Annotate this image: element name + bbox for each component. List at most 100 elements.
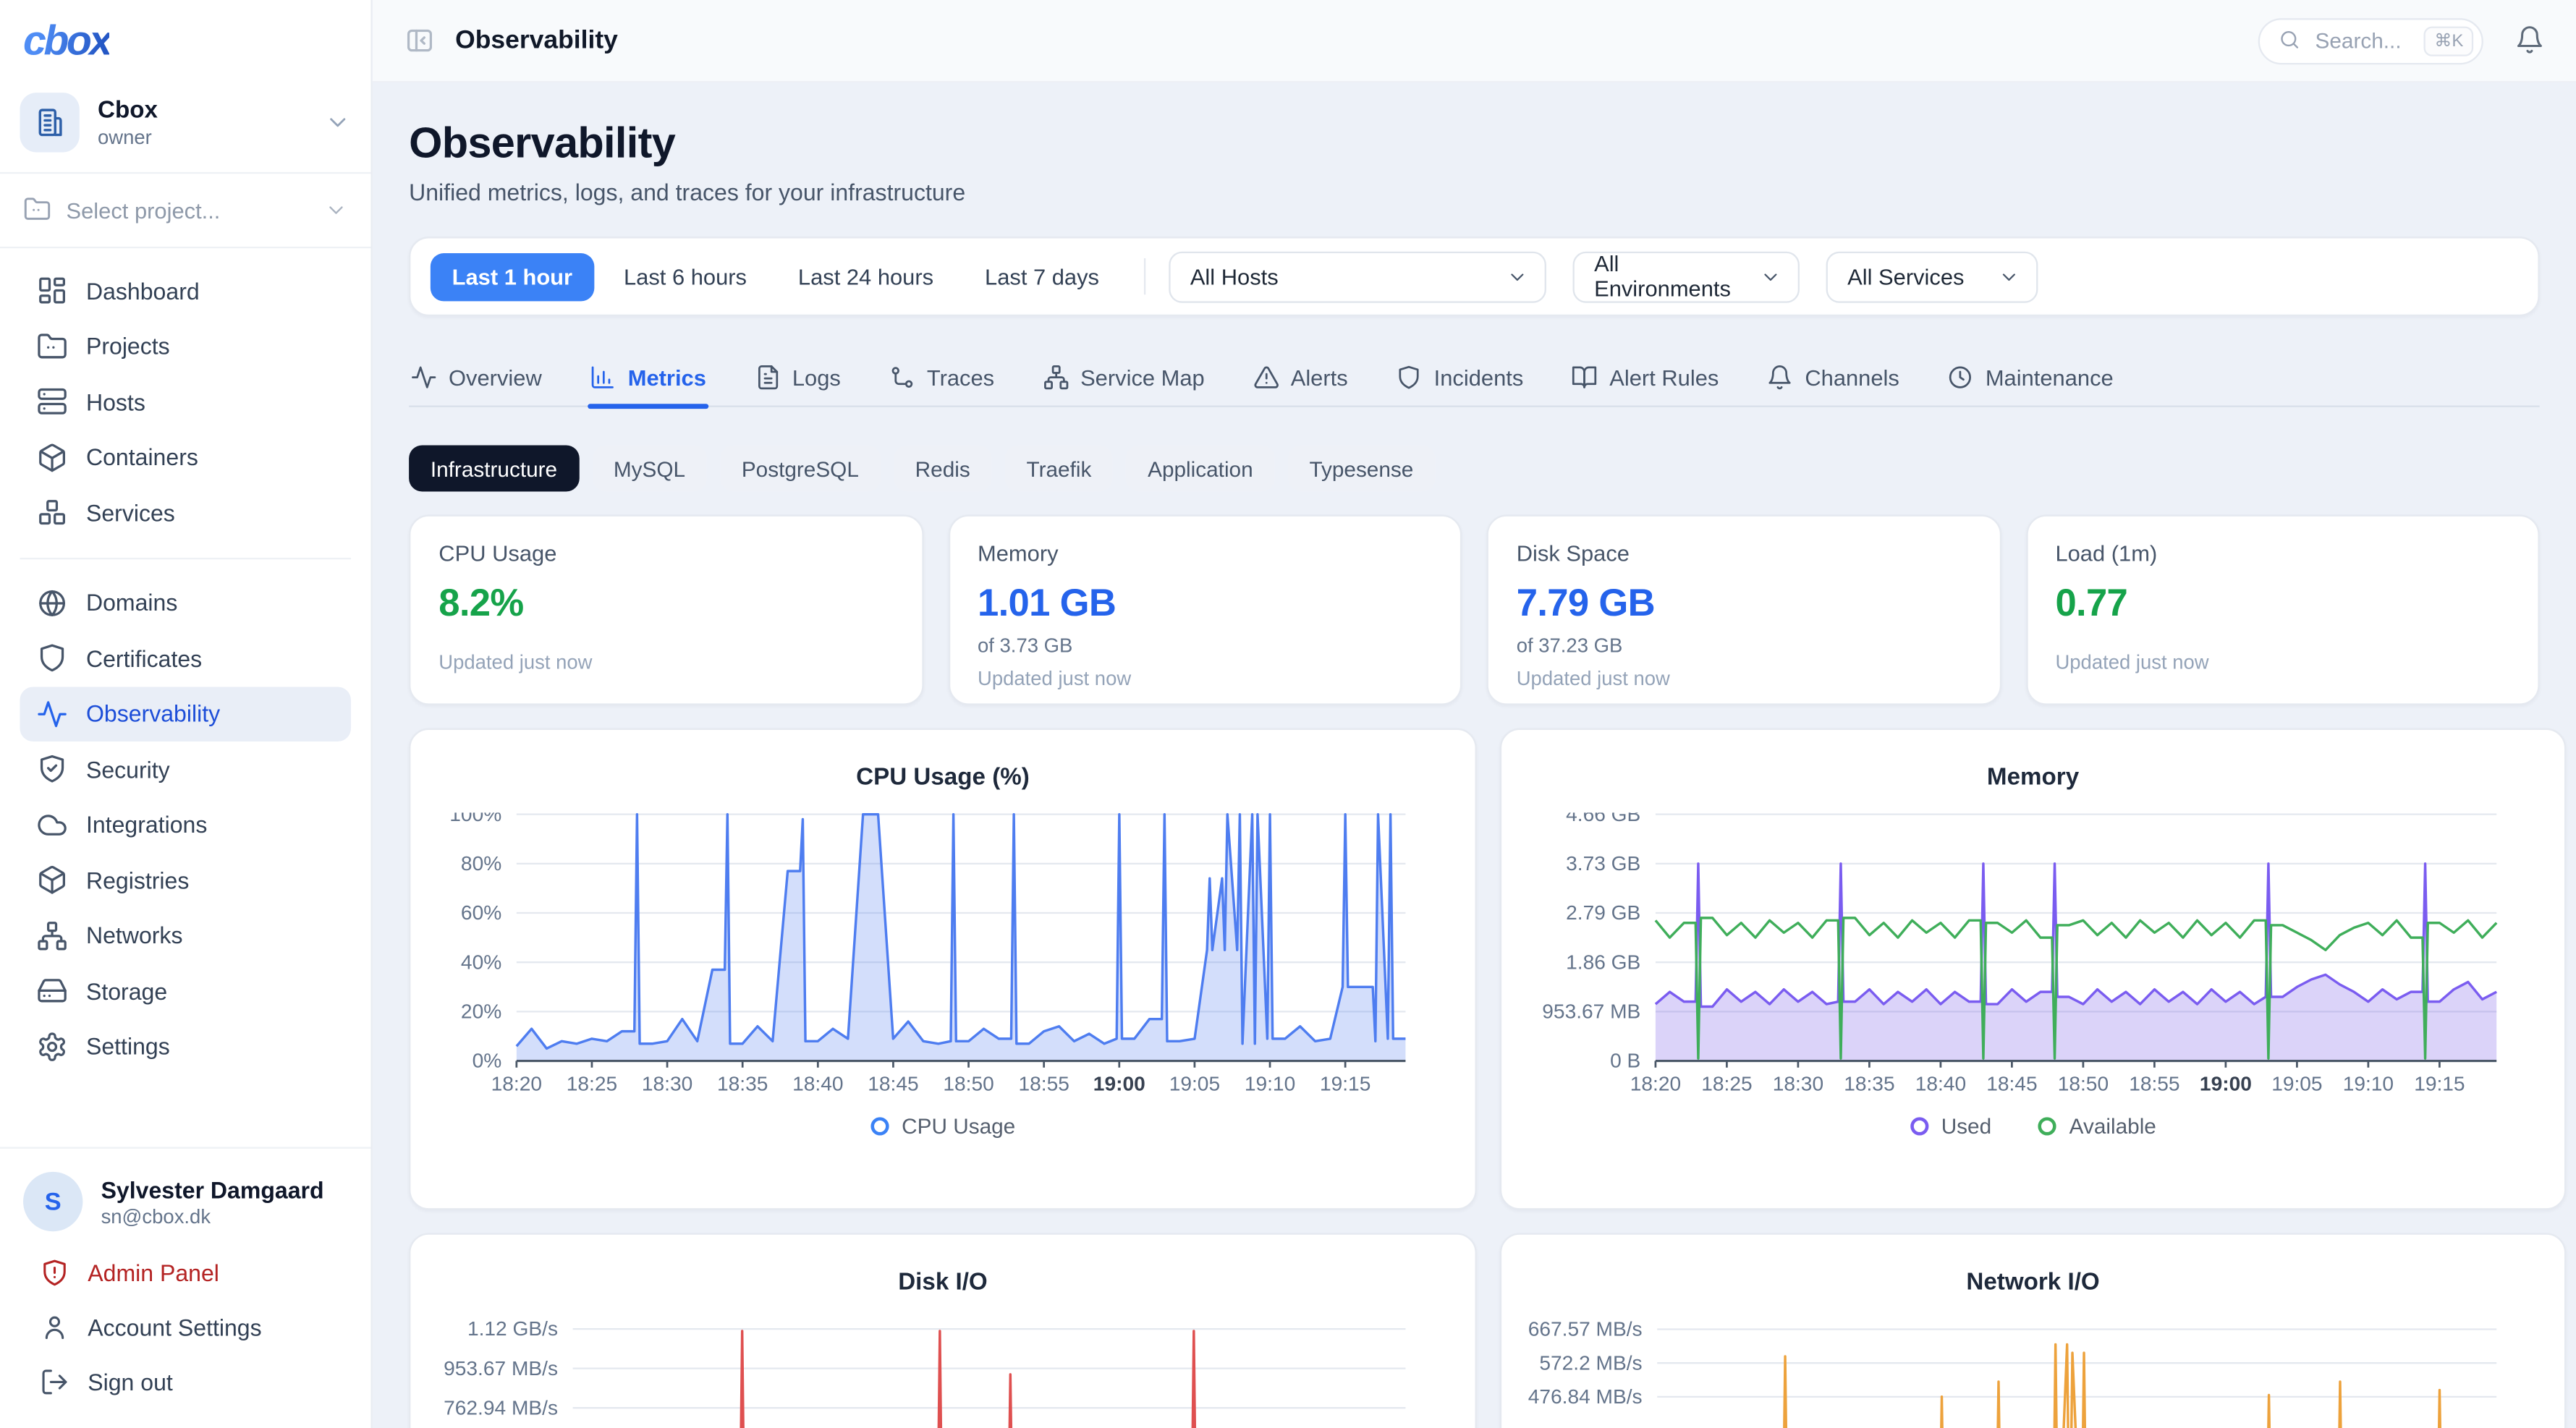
stat-value: 0.77	[2055, 581, 2509, 626]
stat-title: Memory	[978, 541, 1432, 566]
clock-icon	[1947, 364, 1974, 391]
sidebar-item-observability[interactable]: Observability	[20, 686, 351, 741]
svg-text:18:20: 18:20	[1630, 1073, 1681, 1095]
svg-text:18:40: 18:40	[1915, 1073, 1966, 1095]
sidebar-item-containers[interactable]: Containers	[20, 430, 351, 485]
time-range-last-24-hours[interactable]: Last 24 hours	[776, 252, 955, 300]
sidebar: cbox Cbox owner Select project... Dashbo…	[0, 0, 373, 1428]
chart-title: CPU Usage (%)	[433, 765, 1452, 791]
tab-service-map[interactable]: Service Map	[1041, 361, 1206, 406]
time-range-last-7-days[interactable]: Last 7 days	[963, 252, 1120, 300]
stat-title: CPU Usage	[438, 541, 893, 566]
stat-sub: of 37.23 GB	[1517, 634, 1971, 657]
legend-item-cpu-usage[interactable]: CPU Usage	[870, 1114, 1016, 1139]
select-all-environments[interactable]: All Environments	[1572, 251, 1799, 302]
category-pill-infrastructure[interactable]: Infrastructure	[409, 445, 579, 491]
sidebar-item-dashboard[interactable]: Dashboard	[20, 263, 351, 319]
topbar-title: Observability	[455, 25, 618, 55]
chart-title: Memory	[1525, 765, 2541, 791]
settings-icon	[36, 1031, 67, 1062]
category-pill-traefik[interactable]: Traefik	[1005, 445, 1113, 491]
user-profile[interactable]: S Sylvester Damgaard sn@cbox.dk	[20, 1165, 351, 1245]
tab-logs[interactable]: Logs	[753, 361, 842, 406]
user-menu-sign-out[interactable]: Sign out	[20, 1354, 351, 1409]
filter-divider	[1144, 258, 1145, 294]
time-range-last-1-hour[interactable]: Last 1 hour	[431, 252, 594, 300]
sidebar-item-networks[interactable]: Networks	[20, 908, 351, 964]
chart-card-memory: Memory 0 B953.67 MB1.86 GB2.79 GB3.73 GB4…	[1500, 728, 2566, 1210]
tab-maintenance[interactable]: Maintenance	[1946, 361, 2115, 406]
activity-icon	[410, 364, 437, 391]
tab-metrics[interactable]: Metrics	[588, 361, 708, 406]
sidebar-item-settings[interactable]: Settings	[20, 1019, 351, 1074]
sidebar-item-storage[interactable]: Storage	[20, 964, 351, 1019]
sidebar-collapse-button[interactable]	[404, 25, 435, 56]
tab-label: Channels	[1805, 365, 1899, 389]
legend-item-available[interactable]: Available	[2038, 1114, 2156, 1139]
category-pill-mysql[interactable]: MySQL	[592, 445, 707, 491]
brand-logo[interactable]: cbox	[0, 0, 370, 76]
user-menu-account-settings[interactable]: Account Settings	[20, 1299, 351, 1354]
tab-label: Alerts	[1291, 365, 1348, 389]
search-shortcut-badge: ⌘K	[2425, 25, 2474, 55]
tab-overview[interactable]: Overview	[409, 361, 543, 406]
tab-bar: Overview Metrics Logs Traces Service Map Aler…	[409, 361, 2540, 407]
stat-card-cpu-usage: CPU Usage8.2%Updated just now	[409, 515, 923, 705]
category-pill-redis[interactable]: Redis	[894, 445, 992, 491]
select-all-services[interactable]: All Services	[1826, 251, 2038, 302]
chart-plot-memory: 0 B953.67 MB1.86 GB2.79 GB3.73 GB4.66 GB…	[1525, 812, 2541, 1102]
sidebar-item-label: Domains	[86, 590, 177, 616]
svg-text:19:15: 19:15	[2414, 1073, 2465, 1095]
folder-icon	[23, 196, 51, 224]
search-input[interactable]: Search... ⌘K	[2259, 17, 2483, 64]
tab-traces[interactable]: Traces	[887, 361, 996, 406]
tab-alert-rules[interactable]: Alert Rules	[1569, 361, 1720, 406]
svg-text:19:15: 19:15	[1320, 1073, 1370, 1095]
time-range-last-6-hours[interactable]: Last 6 hours	[602, 252, 768, 300]
activity-icon	[36, 698, 67, 729]
stat-card-load-1m: Load (1m)0.77Updated just now	[2025, 515, 2539, 705]
category-pill-postgresql[interactable]: PostgreSQL	[720, 445, 881, 491]
server-icon	[36, 386, 67, 417]
stat-card-memory: Memory1.01 GBof 3.73 GBUpdated just now	[948, 515, 1462, 705]
brand-logo-text: cbox	[23, 18, 110, 64]
page-subtitle: Unified metrics, logs, and traces for yo…	[409, 179, 2540, 205]
tab-incidents[interactable]: Incidents	[1394, 361, 1525, 406]
legend-item-used[interactable]: Used	[1910, 1114, 1991, 1139]
panel-left-icon	[404, 25, 435, 56]
workspace-switcher[interactable]: Cbox owner	[0, 76, 370, 172]
sidebar-item-services[interactable]: Services	[20, 485, 351, 540]
user-menu: Admin PanelAccount SettingsSign out	[20, 1245, 351, 1409]
sidebar-item-domains[interactable]: Domains	[20, 575, 351, 631]
category-pill-typesense[interactable]: Typesense	[1288, 445, 1435, 491]
sidebar-item-integrations[interactable]: Integrations	[20, 797, 351, 853]
tab-label: Metrics	[628, 365, 706, 389]
svg-text:18:50: 18:50	[943, 1073, 993, 1095]
svg-text:60%: 60%	[461, 901, 501, 924]
tab-label: Service Map	[1080, 365, 1205, 389]
notifications-button[interactable]	[2514, 25, 2544, 56]
tab-alerts[interactable]: Alerts	[1251, 361, 1350, 406]
select-all-hosts[interactable]: All Hosts	[1169, 251, 1546, 302]
project-select[interactable]: Select project...	[0, 174, 370, 247]
chevron-down-icon	[1760, 265, 1781, 287]
chart-legend: Used Available	[1525, 1114, 2541, 1139]
stat-sub: of 3.73 GB	[978, 634, 1432, 657]
stat-value: 8.2%	[438, 581, 893, 626]
cpu-usage-series	[517, 815, 1406, 1049]
sidebar-item-security[interactable]: Security	[20, 741, 351, 797]
globe-icon	[36, 587, 67, 619]
user-menu-admin-panel[interactable]: Admin Panel	[20, 1245, 351, 1300]
svg-text:18:30: 18:30	[642, 1073, 692, 1095]
chevron-down-icon	[324, 109, 351, 135]
sidebar-item-registries[interactable]: Registries	[20, 852, 351, 908]
svg-text:572.2 MB/s: 572.2 MB/s	[1539, 1351, 1642, 1374]
svg-text:100%: 100%	[449, 812, 501, 825]
svg-text:953.67 MB: 953.67 MB	[1542, 1000, 1640, 1023]
page-content: Observability Unified metrics, logs, and…	[373, 82, 2576, 1428]
category-pill-application[interactable]: Application	[1126, 445, 1274, 491]
sidebar-item-certificates[interactable]: Certificates	[20, 631, 351, 687]
sidebar-item-projects[interactable]: Projects	[20, 318, 351, 374]
sidebar-item-hosts[interactable]: Hosts	[20, 374, 351, 430]
tab-channels[interactable]: Channels	[1765, 361, 1901, 406]
